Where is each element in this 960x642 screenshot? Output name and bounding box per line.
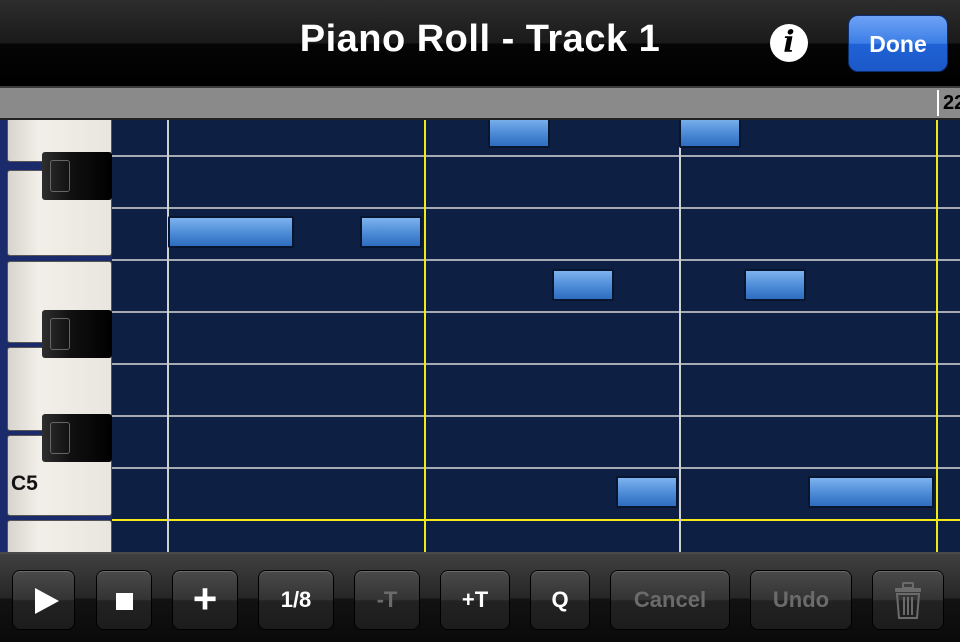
black-key[interactable]	[42, 414, 112, 462]
note-block[interactable]	[679, 120, 741, 148]
row-line	[112, 467, 960, 469]
note-block[interactable]	[808, 476, 934, 508]
transpose-down-button[interactable]: -T	[354, 570, 420, 630]
bar-marker	[937, 90, 939, 116]
octave-line	[112, 519, 960, 521]
row-line	[112, 259, 960, 261]
note-block[interactable]	[744, 269, 806, 301]
delete-button[interactable]	[872, 570, 944, 630]
white-key[interactable]	[7, 520, 112, 552]
stop-icon	[115, 592, 133, 610]
plus-icon: +	[192, 575, 218, 622]
transpose-up-button[interactable]: +T	[440, 570, 510, 630]
undo-button[interactable]: Undo	[750, 570, 852, 630]
black-key[interactable]	[42, 310, 112, 358]
note-block[interactable]	[552, 269, 614, 301]
row-line	[112, 155, 960, 157]
row-line	[112, 363, 960, 365]
note-block[interactable]	[488, 120, 550, 148]
bar-line	[936, 120, 938, 552]
note-block[interactable]	[168, 216, 294, 248]
row-line	[112, 415, 960, 417]
black-key[interactable]	[42, 152, 112, 200]
trash-icon	[895, 582, 921, 620]
cancel-button[interactable]: Cancel	[610, 570, 730, 630]
piano-keyboard[interactable]: C5	[0, 120, 112, 552]
page-title: Piano Roll - Track 1	[299, 18, 661, 60]
row-line	[112, 207, 960, 209]
navigation-bar: Piano Roll - Track 1 i Done	[0, 0, 960, 88]
octave-label: C5	[11, 472, 38, 495]
note-grid[interactable]	[112, 120, 960, 552]
play-icon	[34, 588, 59, 615]
stop-button[interactable]	[96, 570, 152, 630]
grid-resolution-button[interactable]: 1/8	[258, 570, 334, 630]
add-note-button[interactable]: +	[172, 570, 238, 630]
play-button[interactable]	[12, 570, 75, 630]
beat-line	[167, 120, 169, 552]
bar-line	[424, 120, 426, 552]
bar-number-label: 22	[943, 92, 960, 114]
timeline-ruler[interactable]: 22	[0, 88, 960, 120]
info-button[interactable]: i	[770, 24, 808, 62]
done-button[interactable]: Done	[848, 15, 948, 72]
beat-line	[679, 120, 681, 552]
row-line	[112, 311, 960, 313]
note-block[interactable]	[360, 216, 422, 248]
note-block[interactable]	[616, 476, 678, 508]
quantize-button[interactable]: Q	[530, 570, 590, 630]
bottom-toolbar: + 1/8 -T +T Q Cancel Undo	[0, 552, 960, 642]
